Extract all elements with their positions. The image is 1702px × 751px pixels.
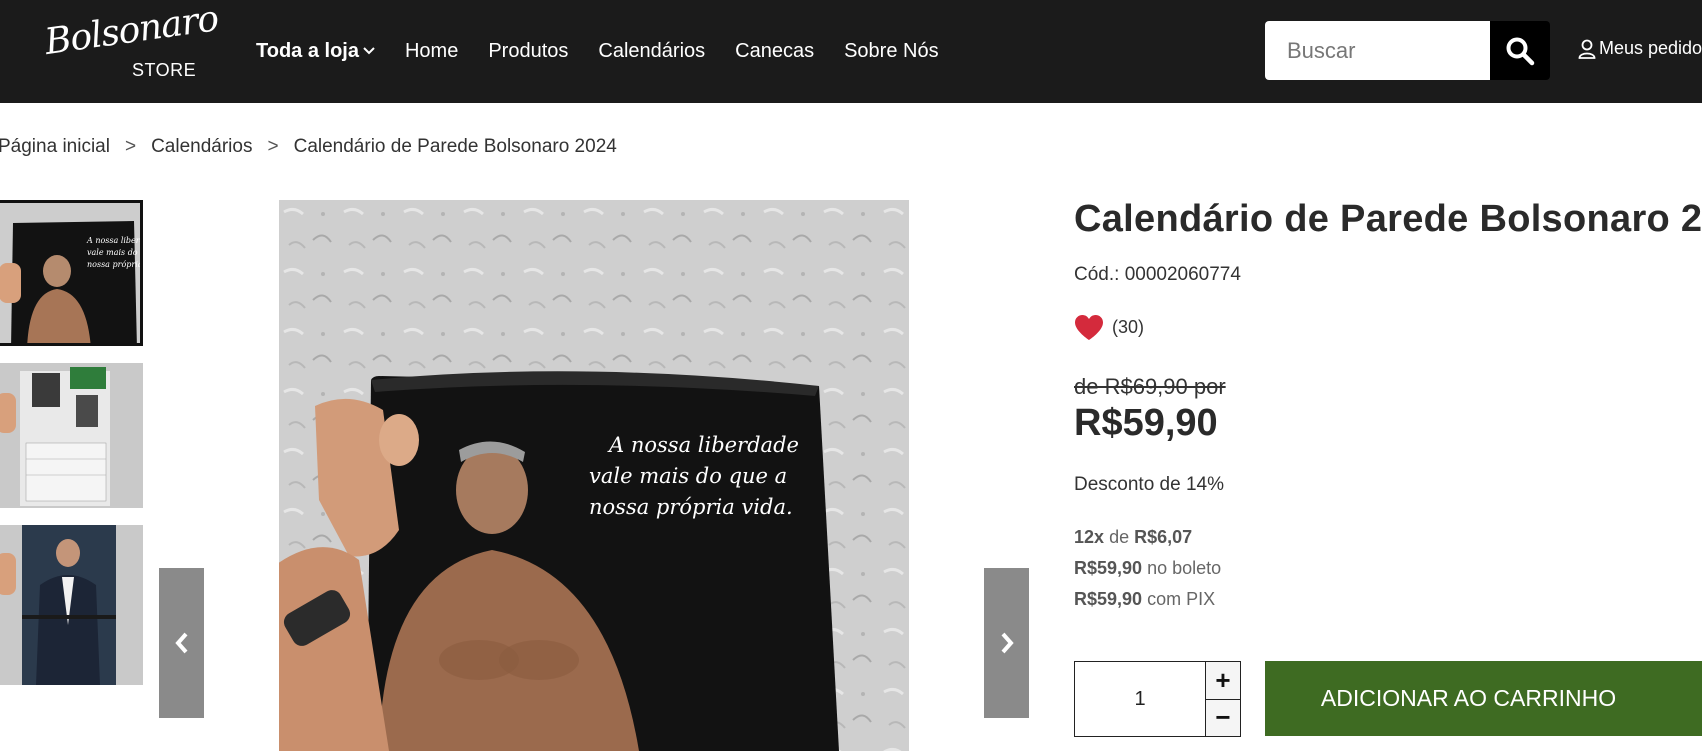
nav-item-home[interactable]: Home [405,40,458,63]
current-price: R$59,90 [1074,402,1218,444]
pix-line: R$59,90 com PIX [1074,589,1215,610]
installments-value: R$6,07 [1134,527,1193,547]
photo-quote-line-2: vale mais do que a [589,464,787,488]
installments-count: 12x [1074,527,1105,547]
product-title: Calendário de Parede Bolsonaro 2024 [1074,198,1702,240]
nav-item-label: Toda a loja [256,39,359,62]
quantity-decrease-button[interactable]: − [1206,698,1240,736]
pix-label: com PIX [1147,589,1216,609]
user-icon [1578,39,1596,59]
chevron-left-icon [174,632,187,654]
thumbnail-2[interactable] [0,363,143,508]
nav-item-canecas[interactable]: Canecas [735,40,814,63]
thumbnail-image [0,525,143,685]
old-price: de R$69,90 por [1074,374,1226,399]
product-code: Cód.: 00002060774 [1074,264,1241,285]
search-input[interactable] [1265,21,1490,80]
my-orders-link[interactable]: Meus pedidos [1578,38,1702,59]
installments-line: 12x de R$6,07 [1074,527,1192,548]
discount-label: Desconto de 14% [1074,474,1224,495]
boleto-line: R$59,90 no boleto [1074,558,1221,579]
chevron-right-icon [1001,632,1014,654]
nav-item-sobre-nos[interactable]: Sobre Nós [844,40,939,63]
svg-text:A nossa liberdade: A nossa liberdade [86,236,143,245]
boleto-price: R$59,90 [1074,558,1143,578]
thumbnail-3[interactable] [0,525,143,685]
thumbnail-image: A nossa liberdade vale mais do que a nos… [0,203,143,343]
photo-quote-line-1: A nossa liberdade [607,433,799,457]
nav-item-calendarios[interactable]: Calendários [598,40,705,63]
breadcrumb-separator: > [267,136,279,157]
pix-price: R$59,90 [1074,589,1143,609]
search-icon [1506,37,1535,65]
search-button[interactable] [1490,21,1550,80]
heart-icon[interactable] [1074,314,1104,341]
gallery-next-button[interactable] [984,568,1029,718]
breadcrumb-separator: > [124,136,137,157]
installments-of: de [1109,527,1130,547]
main-product-image[interactable]: A nossa liberdade vale mais do que a nos… [279,200,909,751]
product-photo: A nossa liberdade vale mais do que a nos… [279,200,909,751]
chevron-down-icon [363,47,375,55]
logo-script: Bolsonaro [42,0,221,64]
gallery-prev-button[interactable] [159,568,204,718]
favorite-count: (30) [1112,317,1145,337]
quantity-increase-button[interactable]: + [1206,662,1240,699]
thumbnail-image [0,363,143,508]
site-header: Bolsonaro STORE Toda a loja Home Produto… [0,0,1702,103]
favorite-widget[interactable]: (30) [1074,314,1144,341]
nav-item-toda-a-loja[interactable]: Toda a loja [256,40,375,63]
svg-text:nossa própria vida.: nossa própria vida. [87,260,143,269]
breadcrumb-home[interactable]: Página inicial [0,136,110,158]
breadcrumb: Página inicial > Calendários > Calendári… [0,136,617,158]
quantity-stepper: + − [1074,661,1241,737]
logo-store: STORE [132,60,197,80]
thumbnail-1[interactable]: A nossa liberdade vale mais do que a nos… [0,200,143,346]
nav-item-produtos[interactable]: Produtos [488,40,568,63]
quantity-input[interactable] [1075,662,1205,736]
store-logo[interactable]: Bolsonaro STORE [42,0,220,84]
breadcrumb-calendarios[interactable]: Calendários [151,136,252,158]
boleto-label: no boleto [1147,558,1222,578]
svg-text:vale mais do que a: vale mais do que a [87,248,143,257]
breadcrumb-current: Calendário de Parede Bolsonaro 2024 [293,136,617,157]
main-nav: Toda a loja Home Produtos Calendários Ca… [256,36,969,66]
quantity-steps: + − [1205,662,1240,736]
my-orders-label: Meus pedidos [1599,38,1702,58]
add-to-cart-button[interactable]: ADICIONAR AO CARRINHO [1265,661,1702,736]
photo-quote-line-3: nossa própria vida. [589,495,793,519]
